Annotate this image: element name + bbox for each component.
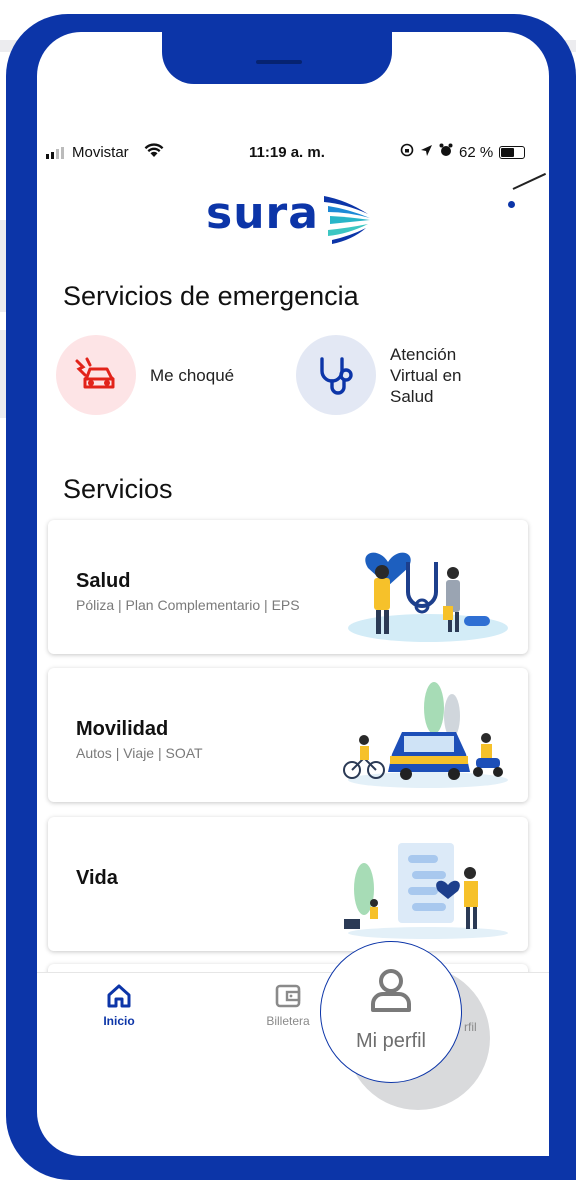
battery-percent: 62 %: [459, 143, 494, 161]
wifi-icon: [144, 143, 164, 162]
mi-perfil-callout[interactable]: Mi perfil: [320, 941, 462, 1083]
sura-logo: sura: [206, 188, 370, 248]
mi-perfil-label: Mi perfil: [355, 1030, 426, 1052]
carrier-name: Movistar: [72, 144, 129, 161]
card-title: Movilidad: [76, 718, 169, 740]
location-icon: [420, 144, 433, 161]
emergency-section-title: Servicios de emergencia: [63, 281, 359, 311]
speaker-slit: [256, 60, 302, 64]
annotation-dot: [508, 201, 515, 208]
nav-inicio[interactable]: Inicio: [74, 983, 164, 1028]
signal-icon: [46, 147, 64, 159]
me-choque-button[interactable]: Me choqué: [56, 335, 234, 415]
atencion-virtual-button[interactable]: Atención Virtual en Salud: [296, 335, 462, 415]
atencion-virtual-label: Atención Virtual en Salud: [390, 344, 462, 407]
logo-wing-icon: [324, 196, 370, 244]
me-choque-label: Me choqué: [150, 365, 235, 385]
orientation-lock-icon: [400, 143, 414, 161]
service-card-salud[interactable]: Salud Póliza | Plan Complementario | EPS: [48, 520, 528, 654]
status-right-group: 62 %: [400, 143, 526, 161]
services-section-title: Servicios: [63, 474, 173, 504]
service-card-vida[interactable]: Vida: [48, 817, 528, 951]
life-illustration: [344, 843, 508, 939]
label-line: Virtual en: [390, 365, 462, 385]
card-subtitle: Autos | Viaje | SOAT: [76, 745, 203, 761]
status-time: 11:19 a. m.: [249, 144, 325, 161]
battery-icon: [499, 145, 526, 159]
health-illustration: [348, 552, 508, 642]
card-title: Salud: [76, 570, 131, 592]
stethoscope-icon: [296, 335, 376, 415]
status-bar: Movistar 11:19 a. m. 62 %: [46, 141, 536, 165]
phone-notch: [162, 14, 392, 84]
label-line: Salud: [390, 386, 434, 406]
card-title: Vida: [76, 867, 118, 889]
card-subtitle: Póliza | Plan Complementario | EPS: [76, 597, 300, 613]
service-card-movilidad[interactable]: Movilidad Autos | Viaje | SOAT: [48, 668, 528, 802]
home-icon: [107, 984, 131, 1008]
user-icon: [371, 969, 411, 1012]
nav-label: Inicio: [103, 1014, 135, 1028]
logo-wordmark: sura: [206, 188, 319, 239]
alarm-icon: [439, 143, 453, 161]
nav-perfil-partial-label: rfil: [464, 1020, 477, 1034]
mobility-illustration: [343, 682, 508, 788]
label-line: Atención: [390, 344, 457, 364]
car-crash-icon: [56, 335, 136, 415]
wallet-icon: [275, 984, 301, 1008]
